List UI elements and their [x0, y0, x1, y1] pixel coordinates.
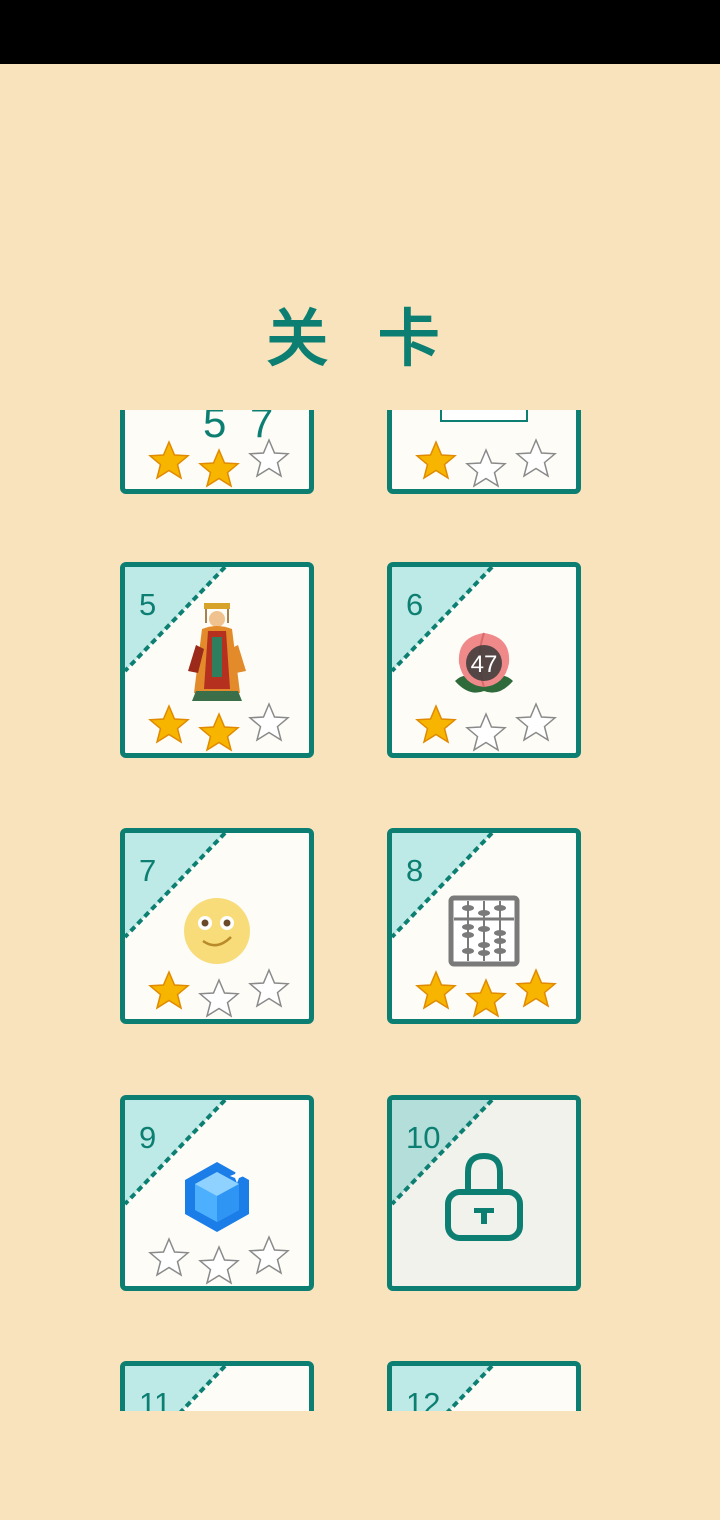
empty-star-icon: [248, 968, 290, 1008]
block-icon: [440, 410, 528, 422]
lock-icon: [445, 1152, 523, 1241]
filled-star-icon: [148, 970, 190, 1010]
level-number: 5: [139, 587, 157, 622]
empty-star-icon: [465, 712, 507, 752]
star-rating: [414, 699, 564, 752]
star-rating: [147, 435, 297, 488]
empty-star-icon: [148, 1237, 190, 1277]
empty-star-icon: [465, 448, 507, 488]
star-rating: [147, 965, 297, 1018]
emperor-figure-icon: [188, 603, 246, 701]
filled-star-icon: [415, 440, 457, 480]
empty-star-icon: [248, 438, 290, 478]
star-rating: [414, 435, 564, 488]
level-card-5[interactable]: 5: [120, 562, 314, 758]
page-title: 关 卡: [266, 302, 454, 375]
level-number: 10: [406, 1120, 441, 1155]
filled-star-icon: [148, 704, 190, 744]
filled-star-icon: [415, 970, 457, 1010]
filled-star-icon: [465, 978, 507, 1018]
empty-star-icon: [248, 702, 290, 742]
filled-star-icon: [148, 440, 190, 480]
status-bar: [0, 0, 720, 64]
level-number: 7: [139, 853, 157, 888]
empty-star-icon: [198, 978, 240, 1018]
filled-star-icon: [415, 704, 457, 744]
level-number: 6: [406, 587, 424, 622]
level-number: 9: [139, 1120, 157, 1155]
level-card-11[interactable]: 11: [120, 1361, 314, 1411]
level-card-10[interactable]: 10: [387, 1095, 581, 1291]
filled-star-icon: [515, 968, 557, 1008]
filled-star-icon: [198, 712, 240, 752]
level-card-6[interactable]: 6 47: [387, 562, 581, 758]
level-number: 11: [139, 1386, 172, 1411]
empty-star-icon: [515, 438, 557, 478]
peach-number-text: 47: [471, 651, 498, 678]
level-card-12[interactable]: 12: [387, 1361, 581, 1411]
level-number: 12: [406, 1386, 441, 1411]
level-number: 8: [406, 853, 424, 888]
peach-icon: 47: [455, 632, 513, 693]
star-rating: [147, 699, 297, 752]
filled-star-icon: [198, 448, 240, 488]
level-grid[interactable]: 5 7 5 6 47 7 8 9 10 11 12: [0, 410, 720, 1411]
star-rating: [414, 965, 564, 1018]
level-card-4[interactable]: [387, 410, 581, 494]
star-rating: [147, 1232, 297, 1285]
empty-star-icon: [515, 702, 557, 742]
empty-star-icon: [248, 1235, 290, 1275]
abacus-icon: [448, 895, 520, 967]
level-card-3[interactable]: 5 7: [120, 410, 314, 494]
empty-star-icon: [198, 1245, 240, 1285]
smiley-face-icon: [184, 898, 250, 964]
level-card-8[interactable]: 8: [387, 828, 581, 1024]
blue-gem-icon: [185, 1162, 249, 1232]
level-card-9[interactable]: 9: [120, 1095, 314, 1291]
level-card-7[interactable]: 7: [120, 828, 314, 1024]
